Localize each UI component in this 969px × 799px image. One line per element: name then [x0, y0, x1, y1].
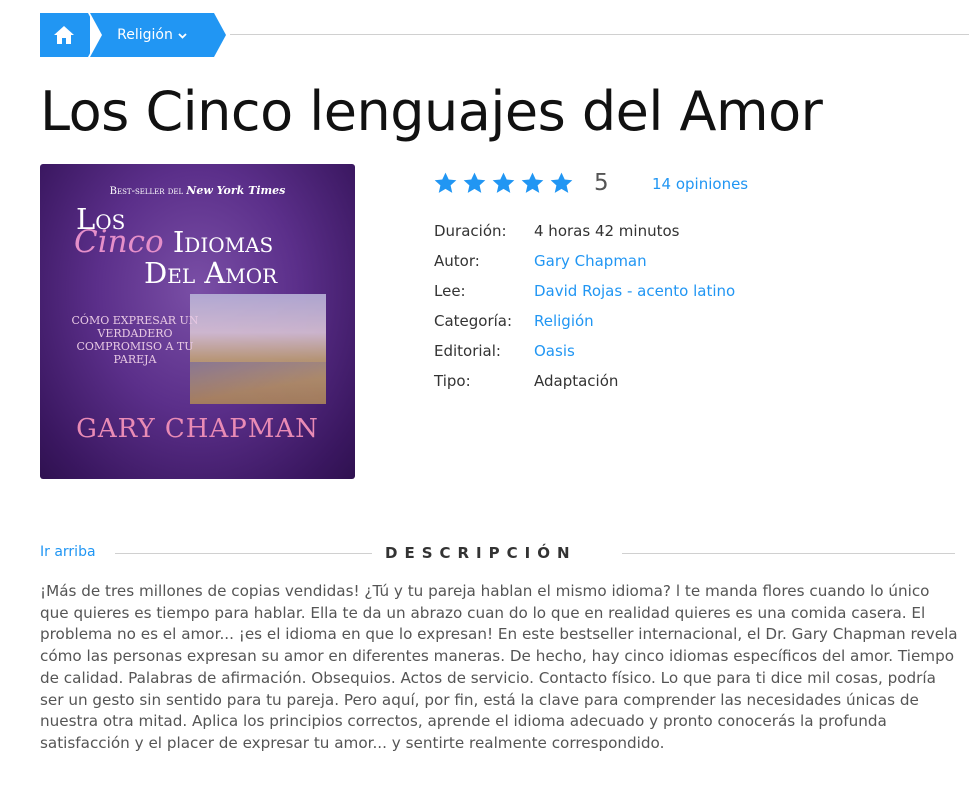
detail-label: Lee: [434, 282, 466, 300]
cover-tagline: Best-seller del New York Times [109, 184, 286, 197]
reviews-link[interactable]: 14 opiniones [652, 175, 748, 193]
home-icon [54, 26, 74, 44]
cover-title-line-2: Cinco Idiomas [74, 224, 274, 260]
detail-value-link[interactable]: David Rojas - acento latino [534, 282, 735, 300]
star-icon [550, 172, 573, 193]
go-top-link[interactable]: Ir arriba [40, 544, 96, 560]
section-divider-left [115, 553, 372, 554]
detail-label: Autor: [434, 252, 480, 270]
breadcrumb: Religión [40, 13, 969, 57]
star-icon [434, 172, 457, 193]
star-icon [521, 172, 544, 193]
detail-value-link[interactable]: Religión [534, 312, 594, 330]
detail-value: 4 horas 42 minutos [534, 222, 680, 240]
detail-label: Duración: [434, 222, 507, 240]
description-text: ¡Más de tres millones de copias vendidas… [40, 582, 958, 752]
cover-author: GARY CHAPMAN [76, 414, 319, 444]
detail-label: Editorial: [434, 342, 501, 360]
detail-value: Adaptación [534, 372, 619, 390]
detail-value-link[interactable]: Oasis [534, 342, 575, 360]
cover-title-line-3: Del Amor [144, 256, 278, 290]
breadcrumb-category-label: Religión [117, 27, 173, 43]
breadcrumb-home[interactable] [40, 13, 100, 57]
star-icon [492, 172, 515, 193]
breadcrumb-category[interactable]: Religión [90, 13, 226, 57]
chevron-down-icon [178, 33, 187, 39]
rating-stars [433, 171, 574, 196]
rating-value: 5 [594, 170, 609, 196]
star-icon [463, 172, 486, 193]
book-cover: Best-seller del New York Times Los Cinco… [40, 164, 355, 479]
detail-value-link[interactable]: Gary Chapman [534, 252, 647, 270]
cover-subtitle: Cómo expresar un verdadero compromiso a … [71, 314, 199, 366]
section-title: DESCRIPCIÓN [385, 544, 577, 562]
section-divider-right [622, 553, 955, 554]
detail-label: Categoría: [434, 312, 513, 330]
detail-label: Tipo: [434, 372, 471, 390]
cover-photo [190, 294, 326, 404]
page-title: Los Cinco lenguajes del Amor [40, 80, 823, 143]
breadcrumb-divider [230, 34, 969, 35]
